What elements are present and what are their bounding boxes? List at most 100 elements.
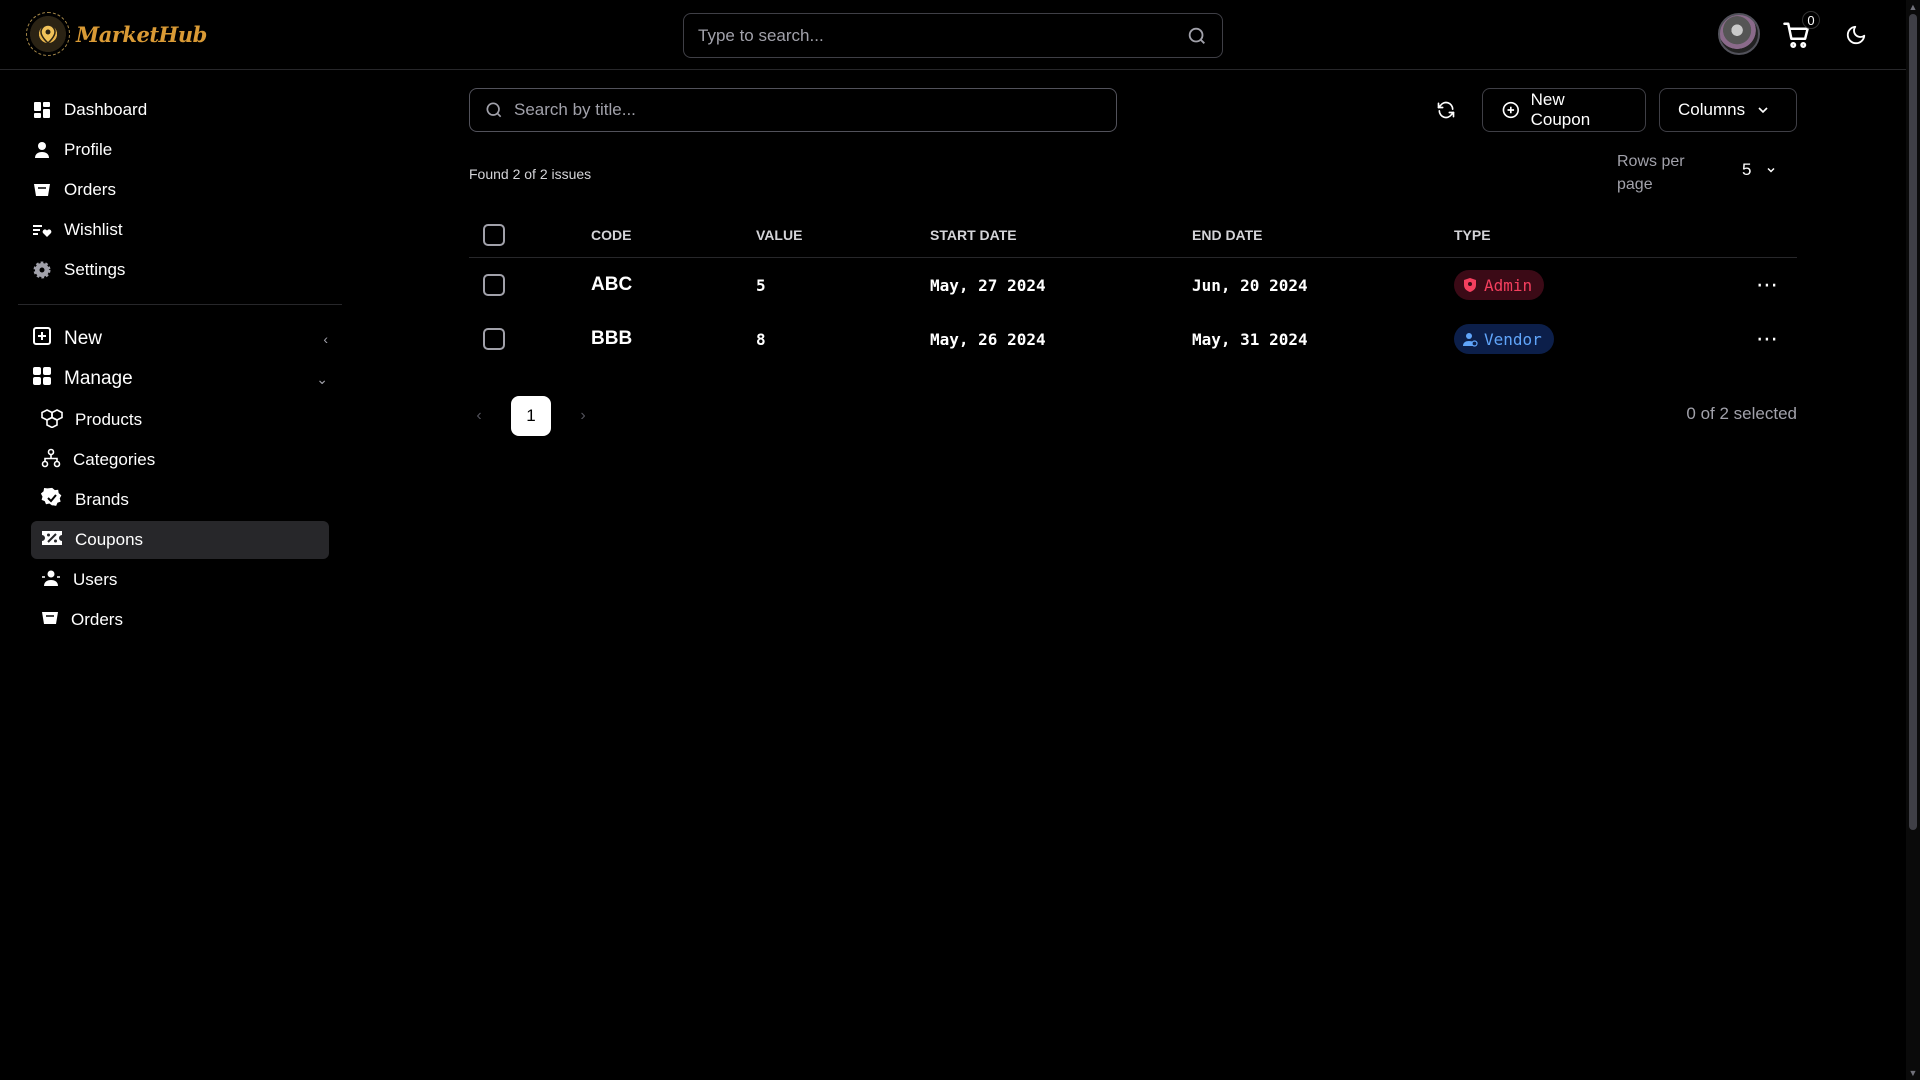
plus-circle-icon <box>1502 101 1519 119</box>
row-actions-icon[interactable]: ⋯ <box>1756 328 1779 350</box>
sidebar-item-label: Settings <box>64 260 126 279</box>
sidebar-item-label: Coupons <box>75 530 144 549</box>
coupon-code: BBB <box>591 328 633 349</box>
moon-icon[interactable] <box>1845 24 1867 46</box>
hierarchy-icon <box>41 448 61 473</box>
chevron-down-icon <box>1758 107 1768 114</box>
sidebar-item-settings[interactable]: Settings <box>18 250 342 290</box>
coupon-start-date: May, 26 2024 <box>930 329 1046 349</box>
sidebar-group-label: Manage <box>64 368 133 389</box>
scroll-down-icon[interactable]: ▼ <box>1906 1066 1920 1080</box>
coupon-end-date: Jun, 20 2024 <box>1192 275 1308 295</box>
coupon-code: ABC <box>591 274 633 295</box>
coupons-table: CODE VALUE START DATE END DATE TYPE ABC … <box>469 212 1797 366</box>
refresh-button[interactable] <box>1432 96 1460 124</box>
column-header-type[interactable]: TYPE <box>1454 227 1734 243</box>
refresh-icon <box>1437 101 1455 119</box>
sidebar-item-coupons[interactable]: Coupons <box>31 521 329 559</box>
wishlist-icon <box>32 220 52 240</box>
row-checkbox[interactable] <box>483 328 505 350</box>
sidebar-item-wishlist[interactable]: Wishlist <box>18 210 342 250</box>
dashboard-icon <box>32 100 52 120</box>
sidebar-item-orders[interactable]: Orders <box>31 601 329 639</box>
sidebar-item-label: Brands <box>75 490 129 509</box>
basket-icon <box>32 180 52 200</box>
user-icon <box>32 140 52 160</box>
global-search-placeholder: Type to search... <box>698 25 824 45</box>
row-checkbox[interactable] <box>483 274 505 296</box>
coupon-value: 5 <box>756 275 766 295</box>
sidebar-item-label: Users <box>73 570 118 589</box>
global-search-input[interactable]: Type to search... <box>683 13 1223 58</box>
users-icon <box>41 569 61 592</box>
sidebar-group-new[interactable]: New ‹ <box>18 319 342 359</box>
sidebar-item-users[interactable]: Users <box>31 561 329 599</box>
sidebar: Dashboard Profile Orders Wishlist Settin… <box>18 90 342 641</box>
column-header-code[interactable]: CODE <box>591 227 756 243</box>
logo-mark-icon <box>26 12 70 56</box>
table-row[interactable]: BBB 8 May, 26 2024 May, 31 2024 Vendor ⋯ <box>469 312 1797 366</box>
grid-icon <box>32 366 52 392</box>
table-header: CODE VALUE START DATE END DATE TYPE <box>469 212 1797 258</box>
pagination: ‹ 1 › <box>469 396 593 436</box>
column-header-start-date[interactable]: START DATE <box>930 227 1192 243</box>
columns-label: Columns <box>1678 100 1746 119</box>
chevron-down-icon <box>1767 167 1775 173</box>
sidebar-item-label: Orders <box>71 610 123 629</box>
title-search-placeholder: Search by title... <box>514 100 636 119</box>
sidebar-item-label: Profile <box>64 140 113 159</box>
logo[interactable]: MarketHub <box>26 12 207 56</box>
avatar[interactable] <box>1718 13 1760 55</box>
scroll-up-icon[interactable]: ▲ <box>1906 0 1920 14</box>
scroll-thumb[interactable] <box>1909 14 1917 830</box>
column-header-end-date[interactable]: END DATE <box>1192 227 1454 243</box>
app-name: MarketHub <box>76 21 207 47</box>
chevron-left-icon: ‹ <box>323 331 328 347</box>
sidebar-group-label: New <box>64 328 103 349</box>
coupon-value: 8 <box>756 329 766 349</box>
badge-check-icon <box>40 487 63 514</box>
sidebar-item-orders[interactable]: Orders <box>18 170 342 210</box>
coupon-start-date: May, 27 2024 <box>930 275 1046 295</box>
type-label: Vendor <box>1484 329 1542 349</box>
add-square-icon <box>32 326 52 352</box>
column-header-value[interactable]: VALUE <box>756 227 930 243</box>
select-all-checkbox[interactable] <box>483 223 505 246</box>
new-coupon-button[interactable]: New Coupon <box>1482 88 1646 132</box>
sidebar-item-label: Products <box>75 410 143 429</box>
selection-count: 0 of 2 selected <box>1686 404 1797 423</box>
sidebar-item-label: Orders <box>64 180 116 199</box>
type-badge-admin: Admin <box>1454 270 1545 300</box>
table-row[interactable]: ABC 5 May, 27 2024 Jun, 20 2024 Admin ⋯ <box>469 258 1797 312</box>
sidebar-item-products[interactable]: Products <box>31 401 329 439</box>
sidebar-item-profile[interactable]: Profile <box>18 130 342 170</box>
sidebar-group-manage[interactable]: Manage ⌄ <box>18 359 342 399</box>
new-coupon-label: New Coupon <box>1530 90 1591 129</box>
coupon-end-date: May, 31 2024 <box>1192 329 1308 349</box>
rows-per-page-value: 5 <box>1742 160 1752 179</box>
gear-icon <box>32 260 52 280</box>
sidebar-item-label: Dashboard <box>64 100 148 119</box>
row-actions-icon[interactable]: ⋯ <box>1756 274 1779 296</box>
sidebar-item-categories[interactable]: Categories <box>31 441 329 479</box>
columns-button[interactable]: Columns <box>1659 88 1797 132</box>
vendor-user-icon <box>1463 333 1478 347</box>
next-page-icon[interactable]: › <box>573 407 593 425</box>
boxes-icon <box>41 408 63 433</box>
sidebar-item-brands[interactable]: Brands <box>31 481 329 519</box>
top-bar: MarketHub Type to search... 0 <box>0 0 1906 70</box>
sidebar-item-label: Categories <box>73 450 156 469</box>
prev-page-icon[interactable]: ‹ <box>469 407 489 425</box>
sidebar-item-label: Wishlist <box>64 220 123 239</box>
rows-per-page-select[interactable]: 5 <box>1742 160 1784 180</box>
title-search-input[interactable]: Search by title... <box>469 88 1117 132</box>
page-button[interactable]: 1 <box>511 396 551 436</box>
sidebar-item-dashboard[interactable]: Dashboard <box>18 90 342 130</box>
scrollbar[interactable]: ▲ ▼ <box>1906 0 1920 1080</box>
sidebar-divider <box>18 304 342 305</box>
rows-per-page-label: Rows per page <box>1617 153 1685 193</box>
search-icon <box>486 102 502 118</box>
type-badge-vendor: Vendor <box>1454 324 1554 354</box>
shield-icon <box>1464 278 1476 292</box>
results-count: Found 2 of 2 issues <box>469 166 592 182</box>
